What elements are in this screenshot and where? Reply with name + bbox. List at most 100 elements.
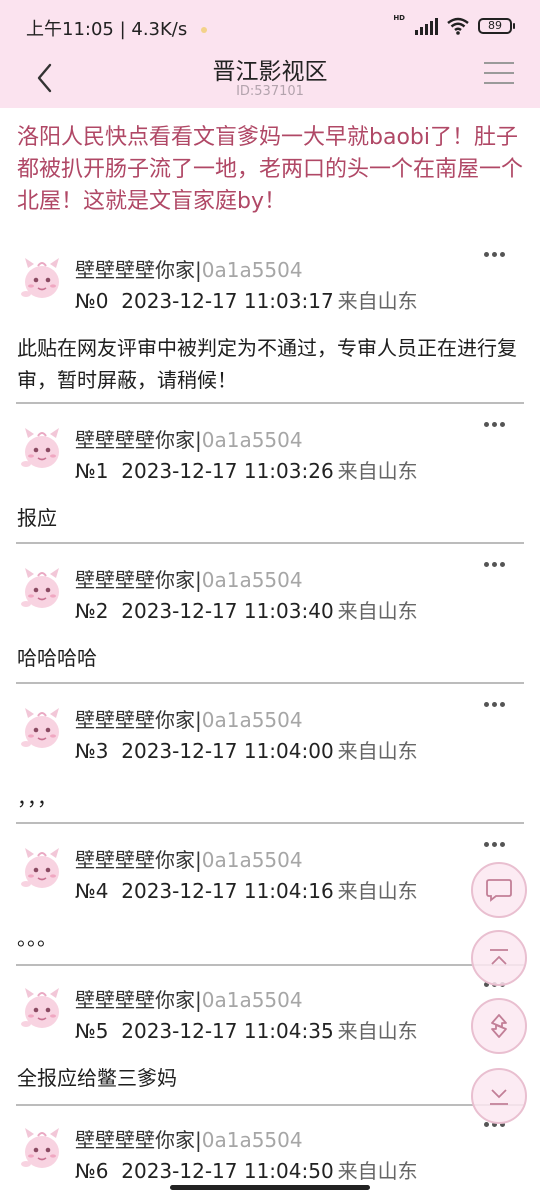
post-time: 2023-12-17 11:03:26 (121, 459, 334, 483)
floor-meta: №2 2023-12-17 11:03:40 来自山东 (75, 595, 418, 624)
username-text: 壁壁壁壁你家| (75, 258, 202, 282)
floor-content: 全报应给鳖三爹妈 (17, 1066, 177, 1090)
signal-icon (415, 17, 438, 35)
floor-number: №1 (75, 459, 109, 483)
battery-level: 89 (488, 19, 502, 32)
scroll-bottom-button[interactable] (471, 1068, 527, 1124)
post-time: 2023-12-17 11:04:35 (121, 1019, 334, 1043)
floor-number: №2 (75, 599, 109, 623)
user-id: 0a1a5504 (201, 568, 303, 592)
floor-meta: №4 2023-12-17 11:04:16 来自山东 (75, 875, 418, 904)
username-text: 壁壁壁壁你家| (75, 428, 202, 452)
refresh-icon (491, 1014, 507, 1038)
nav-bar: 晋江影视区 ID:537101 (0, 52, 540, 108)
post-title: 洛阳人民快点看看文盲爹妈一大早就baobi了！肚子都被扒开肠子流了一地，老两口的… (17, 125, 524, 214)
username: 壁壁壁壁你家|0a1a5504 (75, 564, 303, 593)
refresh-button[interactable] (471, 998, 527, 1054)
user-id: 0a1a5504 (201, 988, 303, 1012)
avatar[interactable] (16, 564, 68, 616)
status-icons: HD 89 (393, 14, 515, 38)
post-location: 来自山东 (337, 1019, 418, 1043)
status-time: 上午11:05 | 4.3K/s (26, 15, 207, 41)
avatar[interactable] (16, 984, 68, 1036)
floor-divider (16, 542, 524, 544)
hd-badge: HD (393, 14, 405, 22)
post-location: 来自山东 (337, 879, 418, 903)
avatar[interactable] (16, 1124, 68, 1176)
username-text: 壁壁壁壁你家| (75, 848, 202, 872)
avatar[interactable] (16, 844, 68, 896)
more-dots-icon[interactable] (484, 562, 510, 578)
home-indicator[interactable] (170, 1185, 370, 1190)
username: 壁壁壁壁你家|0a1a5504 (75, 844, 303, 873)
username: 壁壁壁壁你家|0a1a5504 (75, 984, 303, 1013)
floor-number: №4 (75, 879, 109, 903)
avatar[interactable] (16, 704, 68, 756)
floor-item: 壁壁壁壁你家|0a1a5504 №4 2023-12-17 11:04:16 来自山… (0, 842, 540, 984)
page-title: 晋江影视区 (212, 59, 328, 85)
floor-divider (16, 1104, 524, 1106)
status-time-text: 上午11:05 | 4.3K/s (26, 19, 188, 40)
post-time: 2023-12-17 11:03:40 (121, 599, 334, 623)
username: 壁壁壁壁你家|0a1a5504 (75, 424, 303, 453)
floor-content: 。。。 (17, 926, 57, 950)
post-location: 来自山东 (337, 289, 418, 313)
more-dots-icon[interactable] (484, 702, 510, 718)
avatar[interactable] (16, 254, 68, 306)
notification-dot-icon (201, 27, 207, 33)
status-bar: 上午11:05 | 4.3K/s HD 89 (0, 0, 540, 52)
floor-number: №3 (75, 739, 109, 763)
floor-content: ，，， (17, 786, 57, 810)
post-location: 来自山东 (337, 459, 418, 483)
avatar[interactable] (16, 424, 68, 476)
wifi-icon (447, 17, 469, 35)
user-id: 0a1a5504 (201, 258, 303, 282)
hamburger-icon[interactable] (484, 62, 514, 92)
floor-meta: №5 2023-12-17 11:04:35 来自山东 (75, 1015, 418, 1044)
more-dots-icon[interactable] (484, 842, 510, 858)
post-time: 2023-12-17 11:04:50 (121, 1159, 334, 1183)
floor-divider (16, 682, 524, 684)
floor-content: 报应 (17, 506, 57, 530)
username: 壁壁壁壁你家|0a1a5504 (75, 254, 303, 283)
floor-number: №0 (75, 289, 109, 313)
more-dots-icon[interactable] (484, 422, 510, 438)
floor-meta: №0 2023-12-17 11:03:17 来自山东 (75, 285, 418, 314)
floor-divider (16, 964, 524, 966)
forum-id: ID:537101 (236, 84, 304, 99)
floor-content: 此贴在网友评审中被判定为不通过，专审人员正在进行复审，暂时屏蔽，请稍候！ (17, 336, 517, 392)
scroll-top-button[interactable] (471, 930, 527, 986)
post-time: 2023-12-17 11:04:00 (121, 739, 334, 763)
floor-number: №6 (75, 1159, 109, 1183)
username-text: 壁壁壁壁你家| (75, 708, 202, 732)
post-time: 2023-12-17 11:04:16 (121, 879, 334, 903)
user-id: 0a1a5504 (201, 428, 303, 452)
more-dots-icon[interactable] (484, 252, 510, 268)
reply-button[interactable] (471, 862, 527, 918)
floor-meta: №6 2023-12-17 11:04:50 来自山东 (75, 1155, 418, 1184)
floor-divider (16, 402, 524, 404)
floor-divider (16, 822, 524, 824)
battery-icon: 89 (478, 18, 515, 34)
user-id: 0a1a5504 (201, 708, 303, 732)
floor-item: 壁壁壁壁你家|0a1a5504 №0 2023-12-17 11:03:17 来自山… (0, 252, 540, 394)
floor-item: 壁壁壁壁你家|0a1a5504 №5 2023-12-17 11:04:35 来自山… (0, 982, 540, 1124)
username-text: 壁壁壁壁你家| (75, 568, 202, 592)
post-time: 2023-12-17 11:03:17 (121, 289, 334, 313)
username-text: 壁壁壁壁你家| (75, 1128, 202, 1152)
floor-meta: №3 2023-12-17 11:04:00 来自山东 (75, 735, 418, 764)
post-location: 来自山东 (337, 1159, 418, 1183)
username-text: 壁壁壁壁你家| (75, 988, 202, 1012)
more-dots-icon[interactable] (484, 1122, 510, 1138)
username: 壁壁壁壁你家|0a1a5504 (75, 1124, 303, 1153)
post-location: 来自山东 (337, 599, 418, 623)
user-id: 0a1a5504 (201, 848, 303, 872)
scroll-bottom-icon (490, 1089, 508, 1105)
post-location: 来自山东 (337, 739, 418, 763)
comment-icon (486, 879, 512, 902)
floor-number: №5 (75, 1019, 109, 1043)
floor-meta: №1 2023-12-17 11:03:26 来自山东 (75, 455, 418, 484)
scroll-top-icon (490, 949, 508, 965)
floor-content: 哈哈哈哈 (17, 646, 97, 670)
username: 壁壁壁壁你家|0a1a5504 (75, 704, 303, 733)
